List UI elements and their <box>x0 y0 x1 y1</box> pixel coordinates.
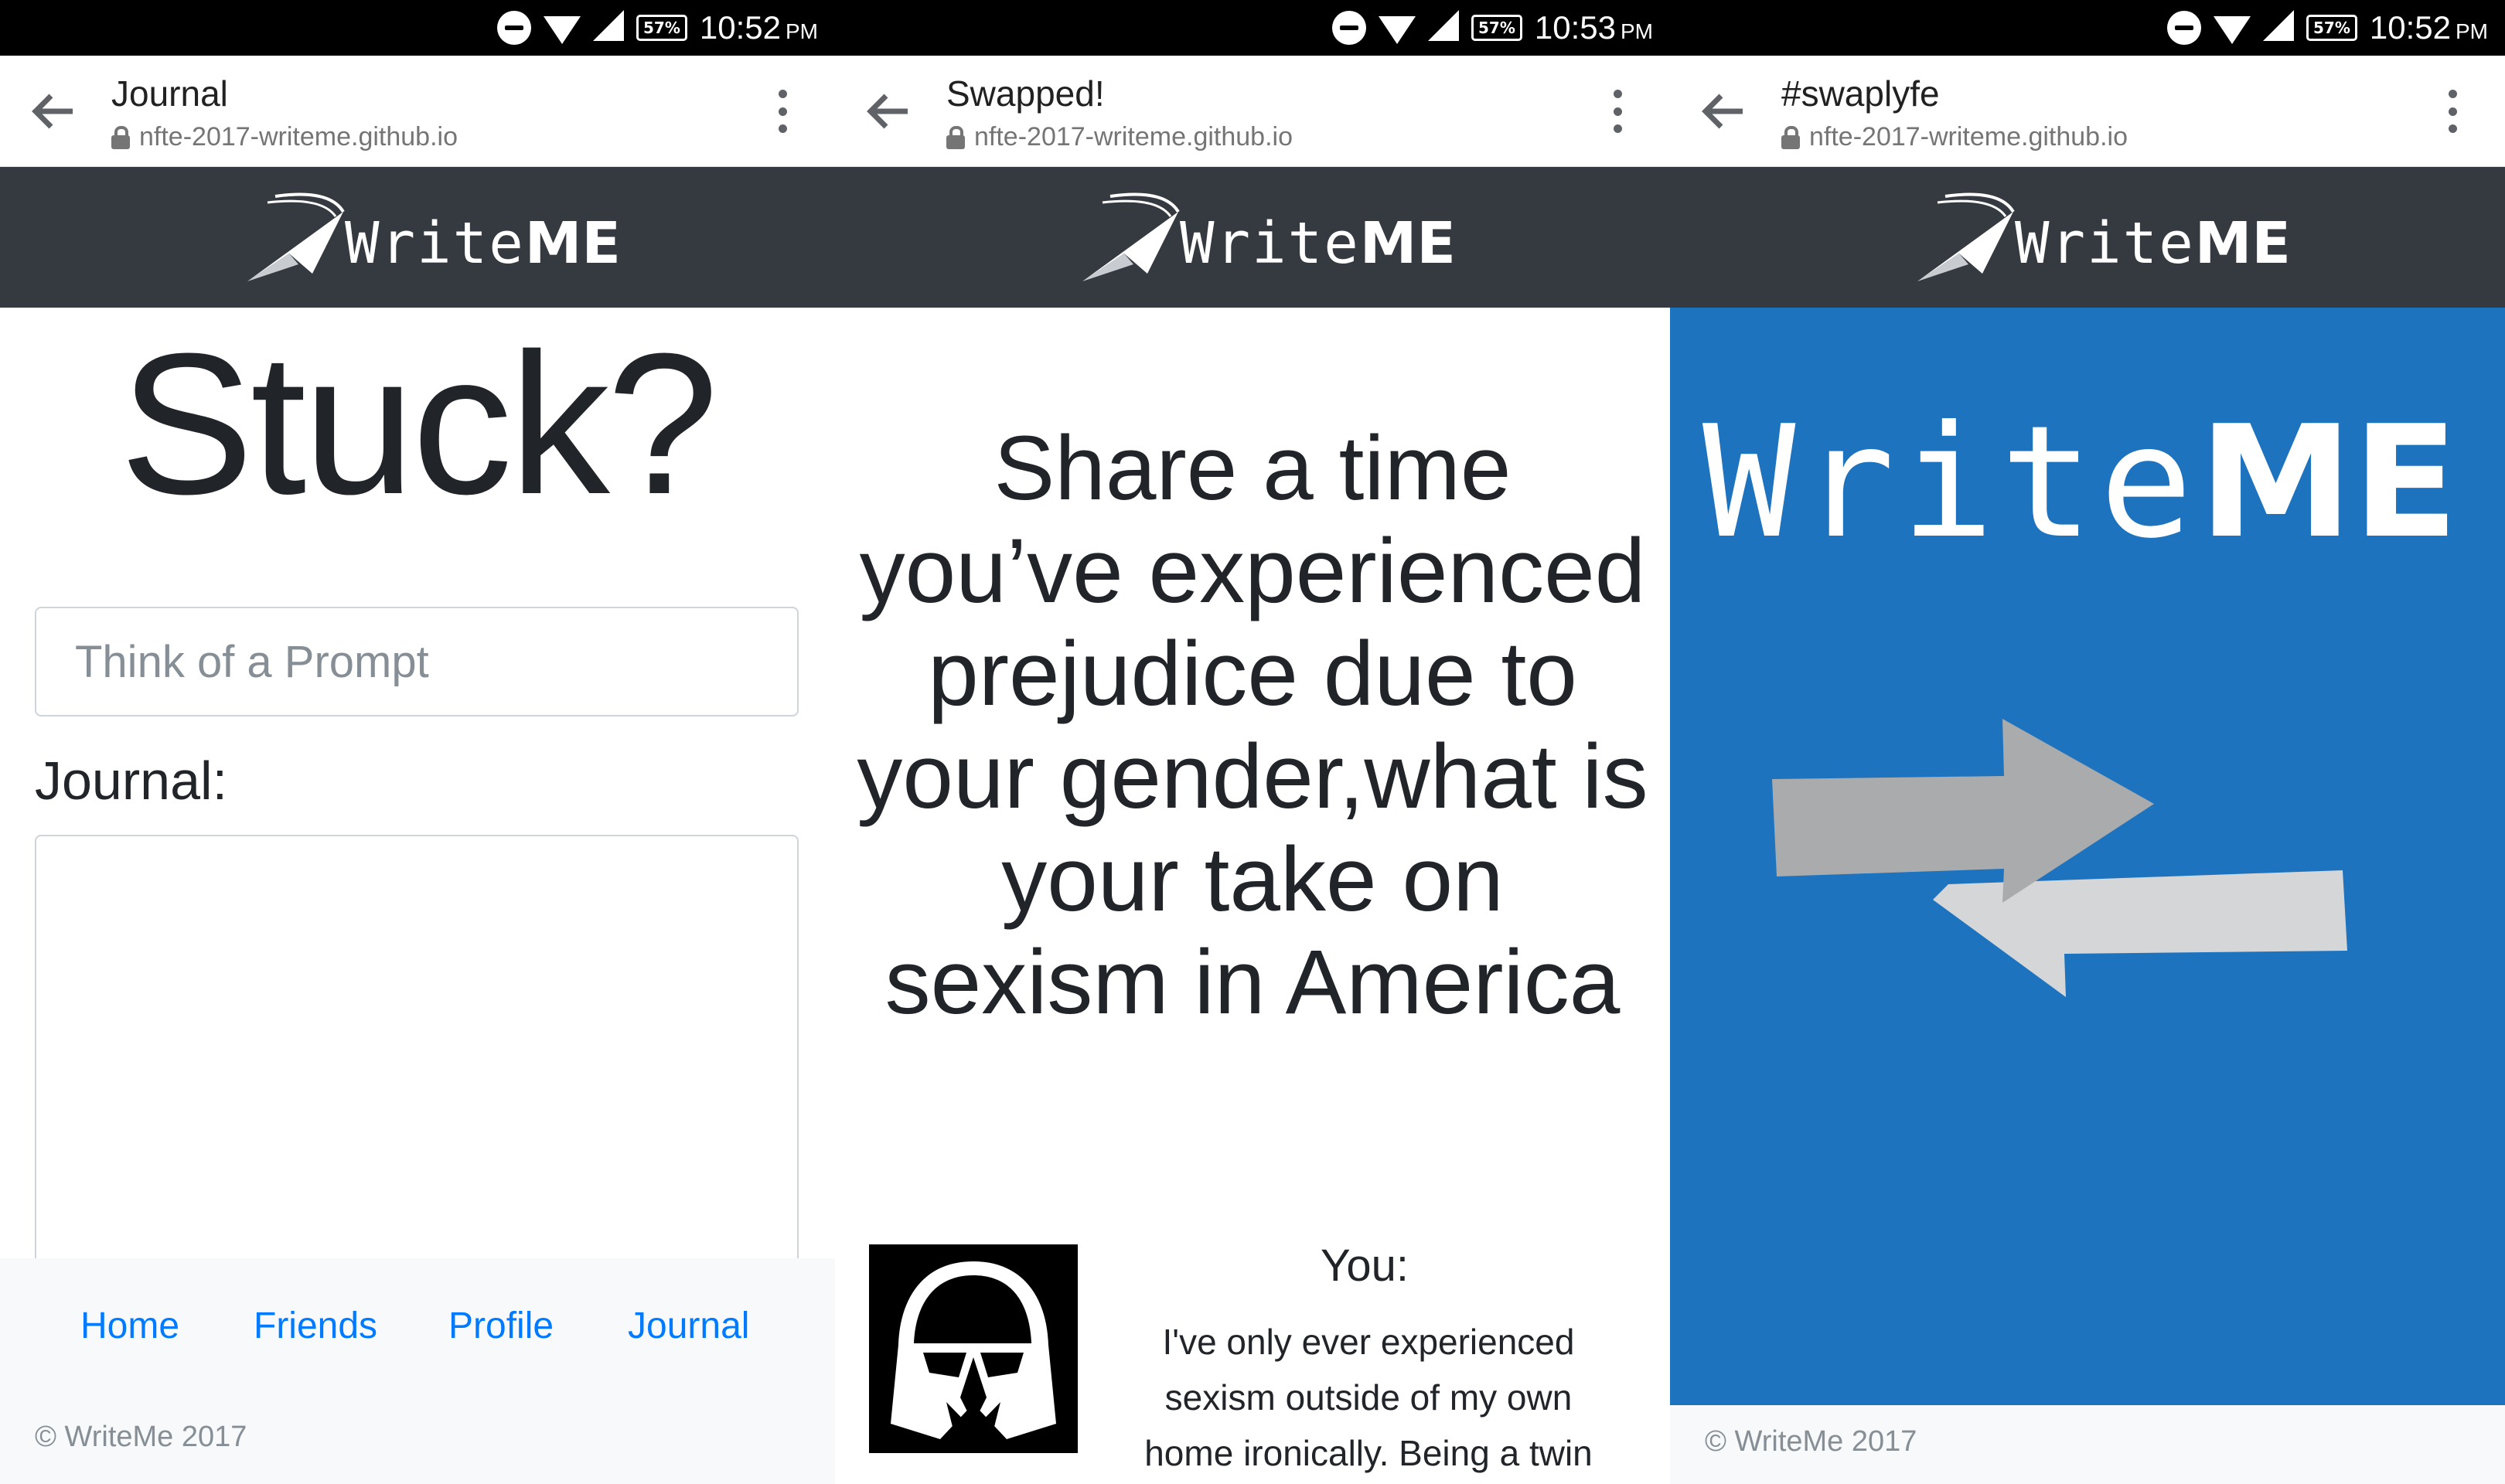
status-bar: 57% 10:52 PM <box>0 0 835 56</box>
clock-ampm: PM <box>786 19 818 43</box>
hero-logo-light: Write <box>1702 393 2200 573</box>
lock-icon <box>111 125 130 149</box>
nav-link-profile[interactable]: Profile <box>448 1305 554 1347</box>
site-navbar: WriteME <box>0 167 835 308</box>
hero-logo-bold: ME <box>2199 393 2459 573</box>
clock: 10:52 PM <box>2370 9 2488 46</box>
clock: 10:53 PM <box>1535 9 1653 46</box>
clock-ampm: PM <box>1621 19 1653 43</box>
do-not-disturb-icon <box>497 11 532 45</box>
battery-icon: 57% <box>636 15 687 41</box>
nav-link-friends[interactable]: Friends <box>254 1305 377 1347</box>
site-navbar: WriteME <box>835 167 1670 308</box>
stuck-heading: Stuck? <box>119 312 719 536</box>
footer: © WriteMe 2017 <box>1670 1405 2505 1484</box>
signal-icon <box>1428 10 1460 41</box>
logo-text-bold: ME <box>2194 210 2291 277</box>
signal-icon <box>2263 10 2295 41</box>
prompt-input[interactable] <box>35 607 799 716</box>
writeme-logo[interactable]: WriteME <box>1079 190 1456 291</box>
overflow-menu-icon[interactable] <box>1613 90 1622 133</box>
lock-icon <box>1781 125 1800 149</box>
browser-toolbar: #swaplyfe nfte-2017-writeme.github.io <box>1670 56 2505 167</box>
writeme-logo[interactable]: WriteME <box>1914 190 2291 291</box>
url-text: nfte-2017-writeme.github.io <box>1809 122 2128 151</box>
browser-toolbar: Journal nfte-2017-writeme.github.io <box>0 56 835 167</box>
response-text: I've only ever experienced sexism outsid… <box>1144 1322 1593 1473</box>
logo-text-bold: ME <box>524 210 621 277</box>
clock-ampm: PM <box>2456 19 2488 43</box>
screen-swapped: 57% 10:53 PM Swapped! nfte-2017-writeme.g… <box>835 0 1670 1484</box>
logo-text: WriteME <box>345 210 621 277</box>
paper-plane-icon <box>1082 192 1180 281</box>
url-bar[interactable]: nfte-2017-writeme.github.io <box>111 122 458 152</box>
back-arrow-icon[interactable] <box>31 91 74 131</box>
wifi-icon <box>544 16 581 44</box>
copyright: © WriteMe 2017 <box>1705 1425 1917 1458</box>
clock: 10:52 PM <box>700 9 818 46</box>
avatar <box>869 1244 1078 1453</box>
writeme-logo[interactable]: WriteME <box>244 190 621 291</box>
clock-time: 10:52 <box>2369 9 2451 46</box>
nav-link-home[interactable]: Home <box>80 1305 179 1347</box>
prompt-question: Share a time you’ve experienced prejudic… <box>857 417 1648 1033</box>
paper-plane-icon <box>1917 192 2015 281</box>
back-arrow-icon[interactable] <box>866 91 909 131</box>
swap-arrows-icon <box>1772 719 2347 997</box>
hero-banner: WriteME <box>1670 308 2505 1405</box>
journal-textarea[interactable] <box>35 835 799 1268</box>
logo-text-bold: ME <box>1359 210 1456 277</box>
do-not-disturb-icon <box>2167 11 2202 45</box>
battery-icon: 57% <box>1471 15 1522 41</box>
page-title: #swaplyfe <box>1781 73 1940 114</box>
signal-icon <box>593 10 625 41</box>
page-title: Swapped! <box>946 73 1105 114</box>
hero-logo: WriteME <box>1702 393 2459 573</box>
overflow-menu-icon[interactable] <box>778 90 787 133</box>
wifi-icon <box>2214 16 2251 44</box>
screen-journal: 57% 10:52 PM Journal nfte-2017-writeme.gi… <box>0 0 835 1484</box>
url-text: nfte-2017-writeme.github.io <box>139 122 458 151</box>
paper-plane-icon <box>247 192 345 281</box>
darth-vader-icon <box>869 1244 1078 1453</box>
clock-time: 10:52 <box>699 9 781 46</box>
logo-text-light: Write <box>1180 210 1360 277</box>
copyright: © WriteMe 2017 <box>35 1421 247 1453</box>
journal-label: Journal: <box>35 751 228 811</box>
status-bar: 57% 10:53 PM <box>835 0 1670 56</box>
url-bar[interactable]: nfte-2017-writeme.github.io <box>1781 122 2128 152</box>
status-bar: 57% 10:52 PM <box>1670 0 2505 56</box>
url-text: nfte-2017-writeme.github.io <box>974 122 1293 151</box>
do-not-disturb-icon <box>1332 11 1367 45</box>
logo-text: WriteME <box>2015 210 2291 277</box>
logo-text-light: Write <box>345 210 525 277</box>
logo-text: WriteME <box>1180 210 1456 277</box>
back-arrow-icon[interactable] <box>1701 91 1744 131</box>
page-title: Journal <box>111 73 228 114</box>
site-navbar: WriteME <box>1670 167 2505 308</box>
url-bar[interactable]: nfte-2017-writeme.github.io <box>946 122 1293 152</box>
clock-time: 10:53 <box>1534 9 1616 46</box>
overflow-menu-icon[interactable] <box>2448 90 2457 133</box>
response-author-label: You: <box>1321 1241 1409 1291</box>
logo-text-light: Write <box>2015 210 2195 277</box>
browser-toolbar: Swapped! nfte-2017-writeme.github.io <box>835 56 1670 167</box>
wifi-icon <box>1379 16 1416 44</box>
lock-icon <box>946 125 965 149</box>
nav-link-journal[interactable]: Journal <box>628 1305 749 1347</box>
battery-icon: 57% <box>2306 15 2357 41</box>
footer: Home Friends Profile Journal © WriteMe 2… <box>0 1258 835 1484</box>
screen-swaplyfe: 57% 10:52 PM #swaplyfe nfte-2017-writeme.… <box>1670 0 2505 1484</box>
